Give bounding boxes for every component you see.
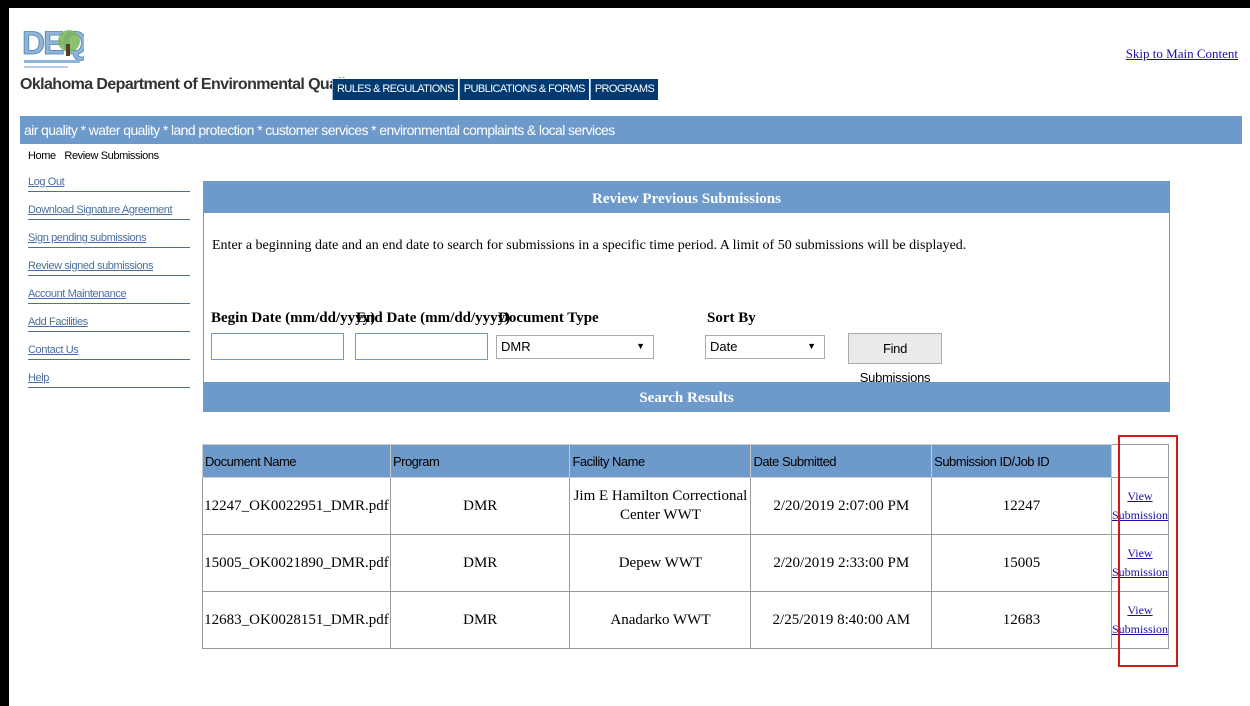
chevron-down-icon: ▼ bbox=[636, 341, 645, 351]
instructions-text: Enter a beginning date and an end date t… bbox=[212, 238, 967, 253]
sidebar-item-contact-us[interactable]: Contact Us bbox=[28, 332, 190, 360]
document-type-value: DMR bbox=[501, 339, 531, 354]
tab-rules-regulations[interactable]: RULES & REGULATIONS bbox=[332, 78, 459, 101]
sidebar-item-sign-pending[interactable]: Sign pending submissions bbox=[28, 220, 190, 248]
table-header-row: Document Name Program Facility Name Date… bbox=[202, 444, 1170, 478]
breadcrumb-current: Review Submissions bbox=[64, 150, 159, 162]
cell-program: DMR bbox=[389, 534, 571, 592]
results-table: Document Name Program Facility Name Date… bbox=[202, 444, 1170, 649]
chevron-down-icon: ▼ bbox=[807, 341, 816, 351]
begin-date-label: Begin Date (mm/dd/yyyy) bbox=[211, 310, 376, 326]
table-row: 12683_OK0028151_DMR.pdf DMR Anadarko WWT… bbox=[202, 591, 1170, 649]
cell-program: DMR bbox=[389, 591, 571, 649]
skip-to-main-content-link[interactable]: Skip to Main Content bbox=[1126, 46, 1238, 62]
sidebar-item-review-signed[interactable]: Review signed submissions bbox=[28, 248, 190, 276]
cell-facility-name: Anadarko WWT bbox=[569, 591, 752, 649]
view-links-highlight-box bbox=[1118, 435, 1178, 667]
sort-by-value: Date bbox=[710, 339, 738, 354]
cell-facility-name: Depew WWT bbox=[569, 534, 752, 592]
cell-submission-id: 12683 bbox=[931, 591, 1112, 649]
cell-submission-id: 12247 bbox=[931, 477, 1112, 535]
cell-document-name: 15005_OK0021890_DMR.pdf bbox=[202, 534, 391, 592]
sidebar-item-add-facilities[interactable]: Add Facilities bbox=[28, 304, 190, 332]
end-date-input[interactable] bbox=[355, 333, 488, 360]
cell-program: DMR bbox=[389, 477, 571, 535]
sidebar-item-help[interactable]: Help bbox=[28, 360, 190, 388]
begin-date-input[interactable] bbox=[211, 333, 344, 360]
cell-submission-id: 15005 bbox=[931, 534, 1112, 592]
sidebar: Log Out Download Signature Agreement Sig… bbox=[28, 164, 190, 388]
cell-document-name: 12247_OK0022951_DMR.pdf bbox=[202, 477, 391, 535]
cell-date-submitted: 2/20/2019 2:07:00 PM bbox=[750, 477, 933, 535]
cell-date-submitted: 2/20/2019 2:33:00 PM bbox=[750, 534, 933, 592]
sidebar-item-log-out[interactable]: Log Out bbox=[28, 164, 190, 192]
tab-publications-forms[interactable]: PUBLICATIONS & FORMS bbox=[458, 78, 590, 101]
tab-programs[interactable]: PROGRAMS bbox=[589, 78, 660, 101]
table-row: 12247_OK0022951_DMR.pdf DMR Jim E Hamilt… bbox=[202, 477, 1170, 535]
window-frame-left bbox=[0, 8, 9, 706]
breadcrumb: Home Review Submissions bbox=[28, 150, 165, 162]
deq-logo[interactable]: DEQ bbox=[22, 20, 84, 78]
review-submissions-panel: Review Previous Submissions Enter a begi… bbox=[203, 181, 1170, 412]
end-date-label: End Date (mm/dd/yyyy) bbox=[356, 310, 511, 326]
column-header-submission-id: Submission ID/Job ID bbox=[931, 444, 1112, 478]
org-name: Oklahoma Department of Environmental Qua… bbox=[20, 76, 359, 93]
cell-date-submitted: 2/25/2019 8:40:00 AM bbox=[750, 591, 933, 649]
cell-facility-name: Jim E Hamilton Correctional Center WWT bbox=[569, 477, 752, 535]
window-frame-top bbox=[0, 0, 1250, 8]
cell-document-name: 12683_OK0028151_DMR.pdf bbox=[202, 591, 391, 649]
sort-by-select[interactable]: Date ▼ bbox=[705, 335, 825, 359]
sidebar-item-account-maintenance[interactable]: Account Maintenance bbox=[28, 276, 190, 304]
table-row: 15005_OK0021890_DMR.pdf DMR Depew WWT 2/… bbox=[202, 534, 1170, 592]
sidebar-item-download-signature-agreement[interactable]: Download Signature Agreement bbox=[28, 192, 190, 220]
sort-by-label: Sort By bbox=[707, 310, 756, 326]
column-header-document-name: Document Name bbox=[202, 444, 391, 478]
search-results-header: Search Results bbox=[204, 382, 1169, 412]
document-type-select[interactable]: DMR ▼ bbox=[496, 335, 654, 359]
panel-title: Review Previous Submissions bbox=[204, 182, 1169, 213]
document-type-label: Document Type bbox=[498, 310, 599, 326]
sub-nav-bar[interactable]: air quality * water quality * land prote… bbox=[20, 116, 1242, 144]
breadcrumb-home[interactable]: Home bbox=[28, 150, 56, 162]
column-header-facility-name: Facility Name bbox=[569, 444, 752, 478]
find-submissions-button[interactable]: Find Submissions bbox=[848, 333, 942, 385]
top-nav: RULES & REGULATIONS PUBLICATIONS & FORMS… bbox=[332, 78, 660, 101]
column-header-date-submitted: Date Submitted bbox=[750, 444, 933, 478]
column-header-program: Program bbox=[389, 444, 571, 478]
